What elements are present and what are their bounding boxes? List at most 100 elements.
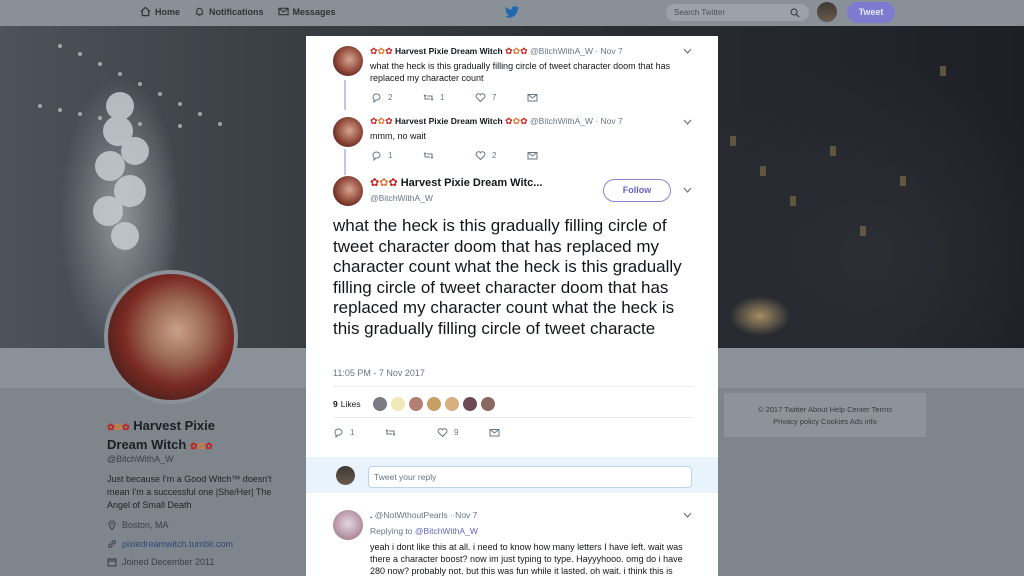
maple-leaf-icon: ✿ <box>520 116 528 126</box>
nav-notifications-label: Notifications <box>209 6 264 17</box>
composer-avatar <box>336 466 355 485</box>
liker-avatar[interactable] <box>444 397 459 411</box>
retweet-action[interactable] <box>385 427 437 438</box>
reply-icon <box>334 428 343 438</box>
liker-avatar[interactable] <box>372 397 387 411</box>
tweet-actions: 1 2 <box>371 150 544 161</box>
reply-tweet-text: yeah i dont like this at all. i need to … <box>370 542 683 576</box>
footer-line1[interactable]: © 2017 Twitter About Help Center Terms <box>724 404 926 416</box>
chevron-down-icon[interactable] <box>683 119 692 125</box>
liker-avatar[interactable] <box>480 397 495 411</box>
reply-handle-date[interactable]: @NotWthoutPearls · Nov 7 <box>375 510 478 520</box>
reply-action[interactable]: 2 <box>371 92 423 103</box>
replying-to-handle[interactable]: @BitchWithA_W <box>415 526 478 536</box>
main-tweet-timestamp[interactable]: 11:05 PM - 7 Nov 2017 <box>333 368 425 378</box>
follow-button[interactable]: Follow <box>603 179 671 202</box>
main-tweet-handle[interactable]: @BitchWithA_W <box>370 193 433 203</box>
chevron-down-icon[interactable] <box>683 512 692 518</box>
reply-count: 1 <box>350 428 355 437</box>
divider <box>333 417 693 418</box>
main-tweet-handle-row: @BitchWithA_W <box>370 193 433 203</box>
profile-website-link[interactable]: pixiedreamwitch.tumblr.com <box>122 539 233 549</box>
message-action[interactable] <box>527 92 544 103</box>
tweet-author-avatar[interactable] <box>333 117 363 147</box>
profile-avatar[interactable] <box>104 270 238 404</box>
retweet-icon <box>385 429 396 436</box>
twitter-bird-icon[interactable] <box>505 6 519 18</box>
leaves-icon: ✿ <box>197 441 206 451</box>
nav-messages[interactable]: Messages <box>277 6 336 17</box>
main-tweet-author-avatar[interactable] <box>333 176 363 206</box>
reply-input[interactable]: Tweet your reply <box>368 466 692 488</box>
like-count: 9 <box>454 428 459 437</box>
reply-action[interactable]: 1 <box>333 427 385 438</box>
home-icon <box>140 6 151 17</box>
maple-leaf-icon: ✿ <box>107 422 115 432</box>
retweet-action[interactable]: 1 <box>423 92 475 103</box>
retweet-action[interactable] <box>423 150 475 161</box>
profile-name-line2: Dream Witch <box>107 437 187 452</box>
liker-avatar[interactable] <box>390 397 405 411</box>
footer-line2[interactable]: Privacy policy Cookies Ads info <box>724 416 926 428</box>
main-tweet-author-name[interactable]: Harvest Pixie Dream Witc... <box>401 177 543 189</box>
message-action[interactable] <box>489 427 506 438</box>
tweet-author-avatar[interactable] <box>333 46 363 76</box>
maple-leaf-icon: ✿ <box>520 46 528 56</box>
heart-icon <box>475 93 486 103</box>
account-avatar[interactable] <box>817 2 837 22</box>
top-navigation-bar: Home Notifications Messages Search Twitt… <box>0 0 1024 26</box>
envelope-icon <box>527 152 538 160</box>
chevron-down-icon[interactable] <box>683 48 692 54</box>
thread-connector <box>344 80 346 110</box>
tweet-author-name[interactable]: Harvest Pixie Dream Witch <box>395 46 503 56</box>
profile-website[interactable]: pixiedreamwitch.tumblr.com <box>107 539 233 549</box>
main-tweet-actions: 1 9 <box>333 427 506 438</box>
maple-leaf-icon: ✿ <box>122 422 130 432</box>
profile-bio: Just because I'm a Good Witch™ doesn't m… <box>107 474 272 510</box>
maple-leaf-icon: ✿ <box>505 116 513 126</box>
nav-home[interactable]: Home <box>140 6 180 17</box>
search-input[interactable]: Search Twitter <box>665 3 810 22</box>
likes-label: Likes <box>340 399 361 409</box>
tweet-text: what the heck is this gradually filling … <box>370 61 671 83</box>
maple-leaf-icon: ✿ <box>189 441 198 451</box>
reply-author-name[interactable]: . <box>370 510 372 520</box>
tweet-handle-date[interactable]: @BitchWithA_W · Nov 7 <box>530 46 623 56</box>
leaves-icon: ✿ <box>377 46 386 56</box>
replying-to: Replying to @BitchWithA_W <box>370 526 478 536</box>
replying-to-prefix: Replying to <box>370 526 413 536</box>
main-tweet-header: ✿✿✿ Harvest Pixie Dream Witc... <box>370 176 542 189</box>
like-action[interactable]: 2 <box>475 150 527 161</box>
tweet-header: ✿✿✿ Harvest Pixie Dream Witch ✿✿✿ @Bitch… <box>370 46 623 57</box>
nav-messages-label: Messages <box>292 6 336 17</box>
reply-icon <box>372 93 381 103</box>
like-action[interactable]: 7 <box>475 92 527 103</box>
tweet-handle-date[interactable]: @BitchWithA_W · Nov 7 <box>530 116 623 126</box>
heart-icon <box>437 428 448 438</box>
liker-avatar[interactable] <box>408 397 423 411</box>
search-placeholder: Search Twitter <box>674 8 725 17</box>
reply-icon <box>372 151 381 161</box>
reply-author-avatar[interactable] <box>333 510 363 540</box>
message-action[interactable] <box>527 150 544 161</box>
nav-notifications[interactable]: Notifications <box>194 6 264 17</box>
liker-avatar[interactable] <box>462 397 477 411</box>
chevron-down-icon[interactable] <box>683 187 692 193</box>
profile-handle[interactable]: @BitchWithA_W <box>107 454 174 464</box>
tweet-author-name[interactable]: Harvest Pixie Dream Witch <box>395 116 503 126</box>
maple-leaf-icon: ✿ <box>385 46 393 56</box>
bell-icon <box>195 7 204 17</box>
reply-action[interactable]: 1 <box>371 150 423 161</box>
nav-home-label: Home <box>155 6 181 17</box>
reply-composer: Tweet your reply <box>306 457 718 493</box>
like-action[interactable]: 9 <box>437 427 489 438</box>
leaves-icon: ✿ <box>512 46 521 56</box>
profile-location: Boston, MA <box>107 520 169 530</box>
profile-name-line1: Harvest Pixie <box>133 418 215 433</box>
envelope-icon <box>527 94 538 102</box>
profile-location-text: Boston, MA <box>122 520 169 530</box>
likes-summary[interactable]: 9 Likes <box>333 397 495 411</box>
search-icon[interactable] <box>790 8 800 18</box>
compose-tweet-button[interactable]: Tweet <box>847 2 895 23</box>
liker-avatar[interactable] <box>426 397 441 411</box>
